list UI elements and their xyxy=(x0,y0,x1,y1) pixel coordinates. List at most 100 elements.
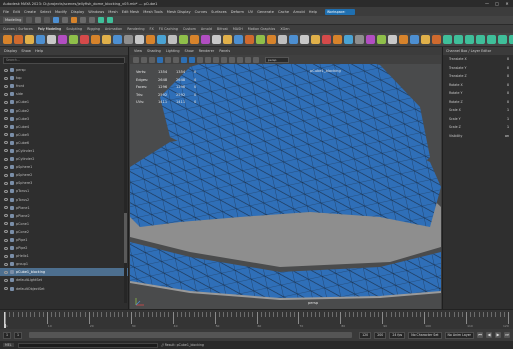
channel-value[interactable]: 0 xyxy=(507,74,509,78)
visibility-eye-icon[interactable] xyxy=(4,198,8,202)
visibility-eye-icon[interactable] xyxy=(4,189,8,193)
close-button[interactable]: ✕ xyxy=(504,1,510,6)
workspace-dropdown[interactable]: Workspace: General xyxy=(324,8,355,20)
shelf-tool-icon[interactable] xyxy=(3,35,12,44)
visibility-eye-icon[interactable] xyxy=(4,84,8,88)
shelf-tool-icon[interactable] xyxy=(157,35,166,44)
visibility-eye-icon[interactable] xyxy=(4,278,8,282)
shelf-tool-icon[interactable] xyxy=(234,35,243,44)
viewport-menu-lighting[interactable]: Lighting xyxy=(166,49,180,53)
range-slider[interactable] xyxy=(29,332,353,338)
outliner-item[interactable]: pCone1 xyxy=(0,220,128,228)
outliner-item[interactable]: persp xyxy=(0,66,128,74)
shelf-tool-icon[interactable] xyxy=(410,35,419,44)
shelf-tab-fx[interactable]: FX xyxy=(150,27,154,31)
script-language-toggle[interactable]: MEL xyxy=(3,343,14,347)
snap-point-icon[interactable] xyxy=(89,17,96,23)
menu-create[interactable]: Create xyxy=(24,10,36,14)
channel-value[interactable]: 0 xyxy=(507,57,509,61)
anti-aliasing-icon[interactable] xyxy=(229,56,235,63)
shelf-tool-icon[interactable] xyxy=(69,35,78,44)
menu-help[interactable]: Help xyxy=(309,10,317,14)
range-min-field[interactable]: 1 xyxy=(14,331,23,339)
shelf-tool-icon[interactable] xyxy=(454,35,463,44)
visibility-eye-icon[interactable] xyxy=(4,270,8,274)
outliner-item[interactable]: pTorus1 xyxy=(0,187,128,195)
shelf-tool-icon[interactable] xyxy=(47,35,56,44)
image-plane-icon[interactable] xyxy=(149,56,155,63)
outliner-item[interactable]: pPipe1 xyxy=(0,236,128,244)
shelf-tool-icon[interactable] xyxy=(124,35,133,44)
outliner-item[interactable]: pSphere3 xyxy=(0,179,128,187)
visibility-eye-icon[interactable] xyxy=(4,68,8,72)
shelf-tool-icon[interactable] xyxy=(267,35,276,44)
menu-mesh-tools[interactable]: Mesh Tools xyxy=(143,10,162,14)
menu-modify[interactable]: Modify xyxy=(55,10,67,14)
shelf-tool-icon[interactable] xyxy=(498,35,507,44)
visibility-eye-icon[interactable] xyxy=(4,214,8,218)
shelf-tab-custom[interactable]: Custom xyxy=(183,27,196,31)
go-to-end-button[interactable]: ⏭ xyxy=(504,332,510,338)
visibility-eye-icon[interactable] xyxy=(4,133,8,137)
viewport-menu-shading[interactable]: Shading xyxy=(147,49,161,53)
go-to-start-button[interactable]: ⏮ xyxy=(477,332,483,338)
outliner-item[interactable]: group1 xyxy=(0,260,128,268)
shelf-tool-icon[interactable] xyxy=(399,35,408,44)
menu-edit[interactable]: Edit xyxy=(13,10,20,14)
channel-row[interactable]: Rotate Y 0 xyxy=(443,89,513,98)
shelf-tab-rigging[interactable]: Rigging xyxy=(87,27,100,31)
outliner-item[interactable]: pCube2 xyxy=(0,106,128,114)
textured-icon[interactable] xyxy=(197,56,203,63)
shelf-tab-xgen[interactable]: XGen xyxy=(280,27,289,31)
visibility-eye-icon[interactable] xyxy=(4,141,8,145)
channel-row[interactable]: Translate Z 0 xyxy=(443,72,513,81)
start-frame-field[interactable]: 1 xyxy=(3,331,12,339)
save-scene-icon[interactable] xyxy=(44,17,51,23)
menu-select[interactable]: Select xyxy=(40,10,51,14)
shelf-tool-icon[interactable] xyxy=(190,35,199,44)
shelf-tab-poly-modeling[interactable]: Poly Modeling xyxy=(38,27,61,31)
camera-field[interactable]: persp xyxy=(265,56,289,63)
render-icon[interactable] xyxy=(98,17,105,23)
shelf-tool-icon[interactable] xyxy=(80,35,89,44)
shelf-tab-animation[interactable]: Animation xyxy=(105,27,122,31)
time-slider[interactable]: 1 10 20 30 40 50 60 70 80 90 100 110 120 xyxy=(0,309,513,329)
outliner-item[interactable]: pCube1 xyxy=(0,98,128,106)
visibility-eye-icon[interactable] xyxy=(4,262,8,266)
minimize-button[interactable]: — xyxy=(484,1,490,6)
shelf-tool-icon[interactable] xyxy=(476,35,485,44)
outliner-item[interactable]: front xyxy=(0,82,128,90)
outliner-item[interactable]: defaultObjectSet xyxy=(0,285,128,293)
visibility-eye-icon[interactable] xyxy=(4,222,8,226)
ambient-occlusion-icon[interactable] xyxy=(221,56,227,63)
select-camera-icon[interactable] xyxy=(133,56,139,63)
channel-row[interactable]: Translate Y 0 xyxy=(443,64,513,73)
visibility-eye-icon[interactable] xyxy=(4,92,8,96)
ipr-render-icon[interactable] xyxy=(107,17,114,23)
menu-windows[interactable]: Windows xyxy=(88,10,104,14)
channel-value[interactable]: on xyxy=(505,134,509,138)
visibility-eye-icon[interactable] xyxy=(4,173,8,177)
shelf-tool-icon[interactable] xyxy=(146,35,155,44)
viewport-menu-renderer[interactable]: Renderer xyxy=(199,49,214,53)
shelf-tab-curves-surfaces[interactable]: Curves / Surfaces xyxy=(3,27,33,31)
shelf-tab-sculpting[interactable]: Sculpting xyxy=(66,27,82,31)
shelf-tool-icon[interactable] xyxy=(465,35,474,44)
shelf-tool-icon[interactable] xyxy=(289,35,298,44)
shelf-tool-icon[interactable] xyxy=(487,35,496,44)
shelf-tool-icon[interactable] xyxy=(333,35,342,44)
menu-edit-mesh[interactable]: Edit Mesh xyxy=(122,10,140,14)
select-by-hierarchy-icon[interactable] xyxy=(53,17,60,23)
shelf-tool-icon[interactable] xyxy=(113,35,122,44)
menu-deform[interactable]: Deform xyxy=(231,10,244,14)
outliner-item[interactable]: pSphere2 xyxy=(0,171,128,179)
viewport-panel[interactable]: View Shading Lighting Show Renderer Panels pe… xyxy=(130,47,441,309)
visibility-eye-icon[interactable] xyxy=(4,246,8,250)
menu-cache[interactable]: Cache xyxy=(278,10,289,14)
outliner-item[interactable]: pCube3 xyxy=(0,115,128,123)
fps-dropdown[interactable]: 24 fps xyxy=(389,331,406,339)
shelf-tab-fx-caching[interactable]: FX Caching xyxy=(159,27,178,31)
outliner-item[interactable]: pCube4 xyxy=(0,123,128,131)
outliner-search-input[interactable]: Search... xyxy=(3,57,125,64)
visibility-eye-icon[interactable] xyxy=(4,149,8,153)
